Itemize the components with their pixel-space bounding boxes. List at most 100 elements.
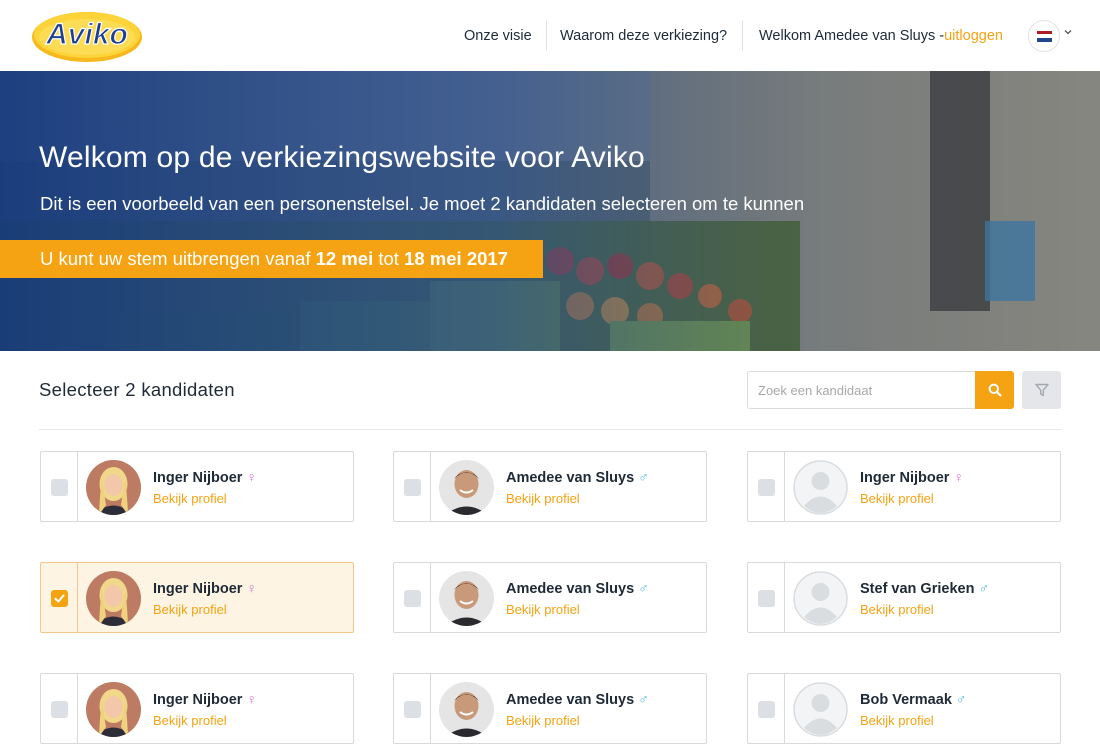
voting-start-date: 12 mei (315, 248, 374, 269)
aviko-logo[interactable]: Aviko (30, 7, 144, 64)
language-selector[interactable] (1028, 20, 1060, 52)
section-title: Selecteer 2 kandidaten (39, 379, 235, 400)
hero-title: Welkom op de verkiezingswebsite voor Avi… (39, 141, 645, 174)
candidate-checkbox[interactable] (404, 479, 421, 496)
candidate-name: Inger Nijboer ♀ (153, 691, 257, 708)
candidate-checkbox-column[interactable] (748, 563, 785, 632)
candidate-name: Stef van Grieken ♂ (860, 580, 989, 597)
avatar-placeholder-icon (793, 571, 848, 626)
voting-period-mid: tot (373, 248, 405, 269)
view-profile-link[interactable]: Bekijk profiel (153, 491, 227, 506)
candidate-card[interactable]: Amedee van Sluys ♂ Bekijk profiel (393, 562, 707, 633)
voting-period-banner: U kunt uw stem uitbrengen vanaf 12 mei t… (0, 240, 543, 278)
candidate-card[interactable]: Inger Nijboer ♀ Bekijk profiel (40, 451, 354, 522)
nav-waarom-label[interactable]: Waarom deze verkiezing? (560, 28, 727, 44)
search-button[interactable] (975, 371, 1014, 409)
candidate-name: Amedee van Sluys ♂ (506, 469, 649, 486)
chevron-down-icon[interactable] (1064, 27, 1072, 38)
candidate-name: Inger Nijboer ♀ (153, 469, 257, 486)
voting-period-text: U kunt uw stem uitbrengen vanaf 12 mei t… (40, 240, 508, 278)
nav-onze-visie[interactable]: Onze visie (464, 0, 532, 71)
candidate-checkbox[interactable] (51, 701, 68, 718)
logout-link[interactable]: uitloggen (944, 28, 1003, 44)
section-divider (39, 429, 1061, 430)
candidate-checkbox[interactable] (51, 590, 68, 607)
female-icon: ♀ (246, 469, 257, 485)
male-icon: ♂ (638, 469, 649, 485)
candidate-card[interactable]: Bob Vermaak ♂ Bekijk profiel (747, 673, 1061, 744)
nav-divider (546, 20, 547, 51)
view-profile-link[interactable]: Bekijk profiel (153, 602, 227, 617)
candidate-checkbox-column[interactable] (394, 452, 431, 521)
candidate-avatar (86, 682, 141, 737)
candidate-card[interactable]: Inger Nijboer ♀ Bekijk profiel (40, 673, 354, 744)
candidate-checkbox-column[interactable] (394, 563, 431, 632)
avatar-placeholder-icon (793, 460, 848, 515)
candidate-name-text: Bob Vermaak (860, 692, 952, 708)
candidate-avatar (439, 460, 494, 515)
view-profile-link[interactable]: Bekijk profiel (860, 491, 934, 506)
candidate-checkbox[interactable] (404, 701, 421, 718)
filter-icon (1034, 383, 1049, 397)
candidate-checkbox-column[interactable] (748, 674, 785, 743)
candidate-name: Amedee van Sluys ♂ (506, 691, 649, 708)
candidate-card[interactable]: Amedee van Sluys ♂ Bekijk profiel (393, 673, 707, 744)
candidate-checkbox-column[interactable] (41, 452, 78, 521)
voting-end-date: 18 mei 2017 (404, 248, 508, 269)
candidate-name: Inger Nijboer ♀ (153, 580, 257, 597)
candidate-name-text: Inger Nijboer (860, 470, 950, 486)
candidate-name-text: Inger Nijboer (153, 692, 243, 708)
candidate-checkbox-column[interactable] (41, 674, 78, 743)
view-profile-link[interactable]: Bekijk profiel (506, 602, 580, 617)
view-profile-link[interactable]: Bekijk profiel (506, 491, 580, 506)
male-icon: ♂ (978, 580, 989, 596)
candidate-checkbox-column[interactable] (748, 452, 785, 521)
male-icon: ♂ (638, 691, 649, 707)
female-icon: ♀ (953, 469, 964, 485)
male-icon: ♂ (638, 580, 649, 596)
candidate-checkbox-column[interactable] (41, 563, 78, 632)
candidate-avatar (439, 571, 494, 626)
candidate-card[interactable]: Stef van Grieken ♂ Bekijk profiel (747, 562, 1061, 633)
candidate-checkbox[interactable] (758, 590, 775, 607)
nav-onze-visie-label[interactable]: Onze visie (464, 28, 532, 44)
logo-text: Aviko (45, 18, 128, 51)
search-input[interactable] (747, 371, 975, 409)
female-icon: ♀ (246, 691, 257, 707)
candidate-checkbox[interactable] (404, 590, 421, 607)
search-icon (988, 383, 1002, 397)
candidate-card[interactable]: Inger Nijboer ♀ Bekijk profiel (747, 451, 1061, 522)
candidate-name-text: Amedee van Sluys (506, 470, 635, 486)
male-icon: ♂ (955, 691, 967, 707)
check-icon (54, 594, 65, 603)
candidate-name: Amedee van Sluys ♂ (506, 580, 649, 597)
female-icon: ♀ (246, 580, 257, 596)
site-header: Aviko Onze visie Waarom deze verkiezing?… (0, 0, 1100, 71)
view-profile-link[interactable]: Bekijk profiel (860, 602, 934, 617)
avatar-placeholder-icon (793, 682, 848, 737)
voting-period-prefix: U kunt uw stem uitbrengen vanaf (40, 248, 316, 269)
candidate-checkbox-column[interactable] (394, 674, 431, 743)
candidate-card[interactable]: Amedee van Sluys ♂ Bekijk profiel (393, 451, 707, 522)
candidate-card[interactable]: Inger Nijboer ♀ Bekijk profiel (40, 562, 354, 633)
candidate-checkbox[interactable] (758, 701, 775, 718)
candidate-avatar (86, 460, 141, 515)
candidate-name-text: Stef van Grieken (860, 581, 975, 597)
filter-button[interactable] (1022, 371, 1061, 409)
candidate-name-text: Amedee van Sluys (506, 581, 635, 597)
nav-divider (742, 20, 743, 51)
candidate-avatar (439, 682, 494, 737)
candidate-name: Inger Nijboer ♀ (860, 469, 964, 486)
nav-waarom[interactable]: Waarom deze verkiezing? (560, 0, 727, 71)
user-welcome: Welkom Amedee van Sluys - uitloggen (759, 0, 1003, 71)
candidate-name-text: Inger Nijboer (153, 470, 243, 486)
candidate-name-text: Amedee van Sluys (506, 692, 635, 708)
flag-nl-icon (1036, 30, 1052, 42)
candidate-checkbox[interactable] (51, 479, 68, 496)
welcome-text: Welkom Amedee van Sluys - (759, 27, 945, 44)
hero-banner: Welkom op de verkiezingswebsite voor Avi… (0, 71, 1100, 351)
candidate-name-text: Inger Nijboer (153, 581, 243, 597)
candidate-name: Bob Vermaak ♂ (860, 691, 966, 708)
candidate-checkbox[interactable] (758, 479, 775, 496)
hero-subtitle: Dit is een voorbeeld van een personenste… (40, 193, 805, 214)
